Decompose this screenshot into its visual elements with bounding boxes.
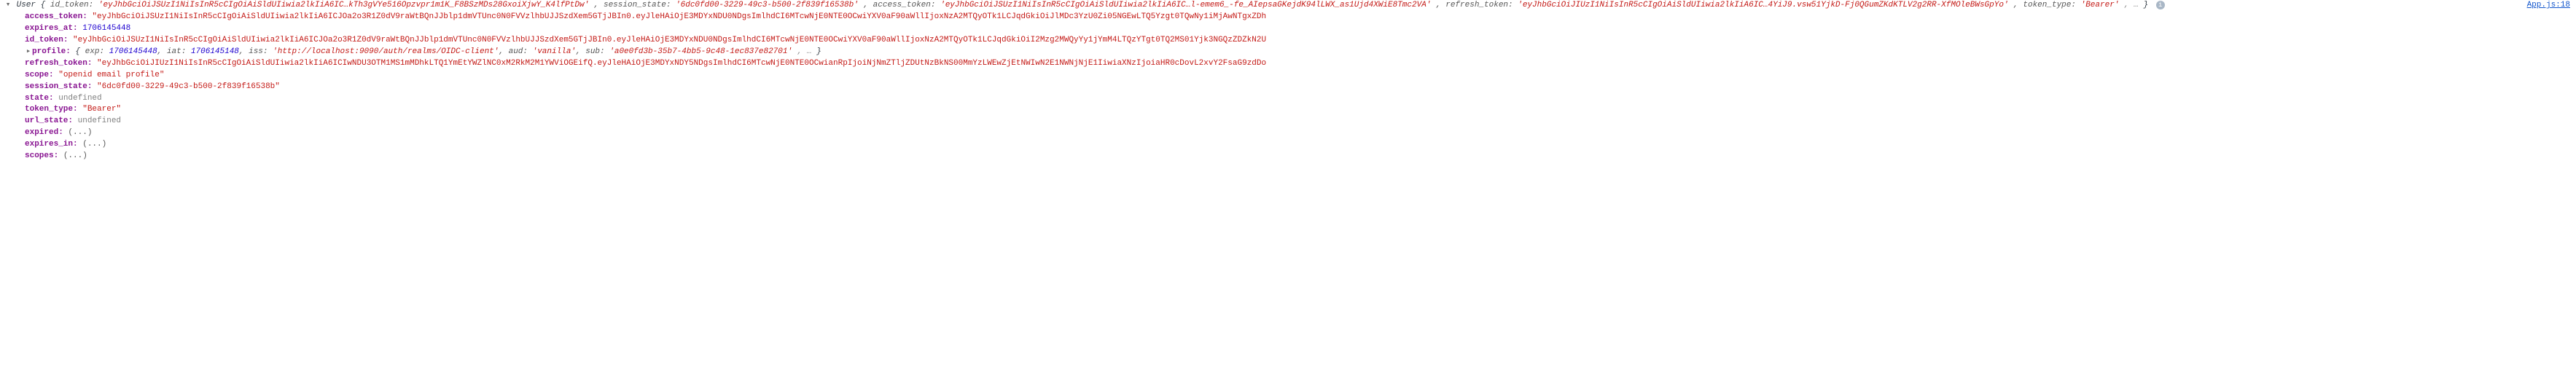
property-row[interactable]: url_state: undefined (25, 116, 2576, 127)
property-row[interactable]: expired: (...) (25, 127, 2576, 139)
preview-key: refresh_token (1445, 1, 1508, 9)
preview-ellipsis: , … (2124, 1, 2139, 9)
property-value: undefined (58, 94, 101, 103)
preview-pair: refresh_token: 'eyJhbGciOiJIUzI1NiIsInR5… (1445, 1, 2013, 9)
preview-key: id_token (50, 1, 89, 9)
property-row-profile[interactable]: profile: { exp: 1706145448, iat: 1706145… (25, 47, 2576, 58)
preview-pair: id_token: 'eyJhbGciOiJSUzI1NiIsInR5cCIgO… (50, 1, 594, 9)
property-key: access_token (25, 12, 82, 21)
property-value: "eyJhbGciOiJSUzI1NiIsInR5cCIgOiAiSldUIiw… (73, 36, 1266, 44)
info-icon[interactable]: i (2156, 1, 2165, 9)
property-value: 1706145448 (82, 24, 130, 33)
chevron-right-icon[interactable] (25, 47, 32, 58)
preview-value: 'eyJhbGciOiJSUzI1NiIsInR5cCIgOiAiSldUIiw… (98, 1, 589, 9)
property-key: url_state (25, 117, 68, 125)
property-key: scopes (25, 151, 54, 160)
property-key: token_type (25, 105, 73, 114)
property-key: id_token (25, 36, 63, 44)
preview-value: '6dc0fd00-3229-49c3-b500-2f839f16538b' (676, 1, 859, 9)
property-row[interactable]: state: undefined (25, 93, 2576, 105)
preview-key: session_state (604, 1, 666, 9)
property-key: expired (25, 128, 58, 137)
brace-open: { (41, 1, 46, 9)
property-row[interactable]: token_type: "Bearer" (25, 104, 2576, 116)
preview-pair: access_token: 'eyJhbGciOiJSUzI1NiIsInR5c… (873, 1, 1436, 9)
property-value: undefined (78, 117, 121, 125)
lazy-getter[interactable]: (...) (63, 151, 87, 160)
property-row[interactable]: refresh_token: "eyJhbGciOiJIUzI1NiIsInR5… (25, 58, 2576, 70)
property-key: expires_in (25, 140, 73, 149)
lazy-getter[interactable]: (...) (82, 140, 106, 149)
property-key: session_state (25, 82, 87, 91)
preview-value: 'eyJhbGciOiJIUzI1NiIsInR5cCIgOiAiSldUIiw… (1518, 1, 2008, 9)
preview-key: token_type (2023, 1, 2071, 9)
property-row[interactable]: access_token: "eyJhbGciOiJSUzI1NiIsInR5c… (25, 12, 2576, 23)
object-class-name: User (17, 1, 36, 9)
chevron-down-icon[interactable] (4, 0, 12, 12)
property-row[interactable]: scope: "openid email profile" (25, 70, 2576, 82)
property-row[interactable]: session_state: "6dc0fd00-3229-49c3-b500-… (25, 82, 2576, 93)
property-value: "openid email profile" (58, 71, 164, 79)
property-row[interactable]: id_token: "eyJhbGciOiJSUzI1NiIsInR5cCIgO… (25, 35, 2576, 47)
object-properties: access_token: "eyJhbGciOiJSUzI1NiIsInR5c… (25, 12, 2576, 162)
property-key: state (25, 94, 49, 103)
preview-key: access_token (873, 1, 931, 9)
property-row[interactable]: expires_at: 1706145448 (25, 23, 2576, 35)
lazy-getter[interactable]: (...) (68, 128, 92, 137)
property-row[interactable]: expires_in: (...) (25, 139, 2576, 151)
property-key: profile (32, 47, 66, 56)
preview-value: 'eyJhbGciOiJSUzI1NiIsInR5cCIgOiAiSldUIiw… (940, 1, 1431, 9)
property-key: scope (25, 71, 49, 79)
property-key: refresh_token (25, 59, 87, 68)
preview-value: 'Bearer' (2081, 1, 2120, 9)
console-log: User { id_token: 'eyJhbGciOiJSUzI1NiIsIn… (0, 0, 2576, 162)
property-key: expires_at (25, 24, 73, 33)
property-row[interactable]: scopes: (...) (25, 151, 2576, 162)
property-value: "eyJhbGciOiJIUzI1NiIsInR5cCIgOiAiSldUIiw… (97, 59, 1266, 68)
property-value: "eyJhbGciOiJSUzI1NiIsInR5cCIgOiAiSldUIiw… (92, 12, 1266, 21)
property-value: "6dc0fd00-3229-49c3-b500-2f839f16538b" (97, 82, 280, 91)
object-preview: { exp: 1706145448, iat: 1706145148, iss:… (75, 47, 821, 56)
preview-pair: token_type: 'Bearer' (2023, 1, 2124, 9)
brace-close: } (2143, 1, 2148, 9)
preview-pair: session_state: '6dc0fd00-3229-49c3-b500-… (604, 1, 863, 9)
log-row: User { id_token: 'eyJhbGciOiJSUzI1NiIsIn… (4, 0, 2576, 12)
log-source: App.js:18 (2527, 0, 2576, 12)
property-value: "Bearer" (82, 105, 121, 114)
source-link[interactable]: App.js:18 (2527, 1, 2570, 9)
log-body[interactable]: User { id_token: 'eyJhbGciOiJSUzI1NiIsIn… (4, 0, 2527, 12)
